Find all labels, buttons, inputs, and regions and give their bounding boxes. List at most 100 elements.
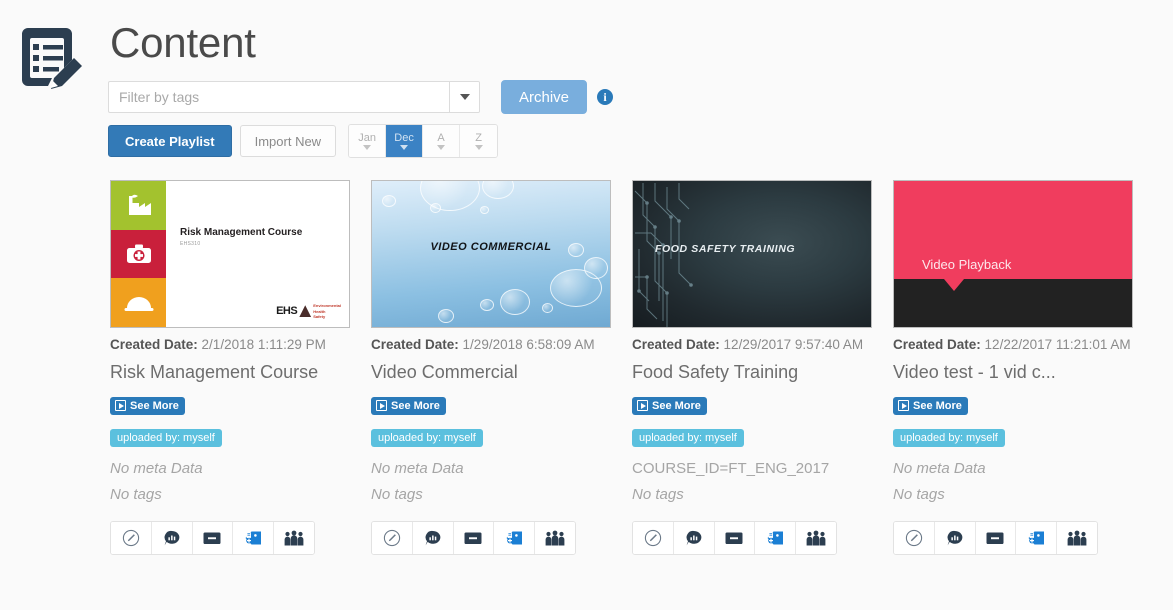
created-date-value: 12/22/2017 11:21:01 AM — [984, 337, 1131, 352]
created-date-label: Created Date: — [632, 337, 720, 352]
sort-button-group: Jan Dec A Z — [348, 124, 499, 158]
created-date-label: Created Date: — [110, 337, 198, 352]
edit-pencil-circle-icon[interactable] — [894, 522, 935, 555]
card-title[interactable]: Video test - 1 vid c... — [893, 362, 1133, 384]
created-date-line: Created Date: 1/29/2018 6:58:09 AM — [371, 337, 611, 352]
create-playlist-button[interactable]: Create Playlist — [108, 125, 232, 157]
ehs-logo-tagline: Environmental Health Safety — [313, 303, 341, 319]
card-action-bar — [893, 521, 1098, 556]
hard-hat-icon — [111, 278, 166, 327]
card-action-bar — [632, 521, 837, 556]
factory-icon — [111, 181, 166, 230]
search-input[interactable] — [109, 82, 449, 112]
created-date-line: Created Date: 12/29/2017 9:57:40 AM — [632, 337, 872, 352]
created-date-value: 2/1/2018 1:11:29 PM — [201, 337, 326, 352]
see-more-button[interactable]: See More — [371, 396, 446, 415]
ehs-logo-text: EHS — [276, 305, 298, 318]
content-card: FOOD SAFETY TRAINING Created Date: 12/29… — [632, 180, 893, 556]
created-date-value: 1/29/2018 6:58:09 AM — [462, 337, 595, 352]
edit-pencil-circle-icon[interactable] — [633, 522, 674, 555]
tag-add-icon[interactable] — [1016, 522, 1058, 555]
card-tags: No tags — [110, 486, 162, 504]
created-date-line: Created Date: 12/22/2017 11:21:01 AM — [893, 337, 1133, 352]
see-more-button[interactable]: See More — [110, 396, 185, 415]
caret-down-icon — [474, 144, 483, 150]
see-more-label: See More — [391, 399, 440, 412]
archive-button[interactable]: Archive — [501, 80, 588, 114]
comment-bubble-icon[interactable] — [412, 522, 454, 555]
play-video-icon — [115, 400, 126, 412]
tag-add-icon[interactable] — [755, 522, 797, 555]
card-thumbnail[interactable]: FOOD SAFETY TRAINING — [632, 180, 872, 328]
caret-down-icon — [363, 144, 372, 150]
tag-filter[interactable] — [108, 81, 480, 113]
group-people-icon[interactable] — [1057, 522, 1097, 555]
content-document-pencil-icon — [12, 22, 86, 96]
uploader-badge: uploaded by: myself — [110, 429, 222, 448]
sort-button-jan[interactable]: Jan — [349, 125, 387, 157]
page-title: Content — [110, 19, 256, 66]
page-header: Content Archive i Create Playlist Import… — [0, 0, 1173, 180]
sort-button-dec[interactable]: Dec — [386, 125, 424, 157]
ehs-logo-mark-icon — [299, 305, 312, 318]
card-metadata: No meta Data — [893, 460, 986, 478]
sort-button-a[interactable]: A — [423, 125, 461, 157]
play-video-icon — [898, 400, 909, 412]
bubble-decoration — [438, 309, 454, 323]
comment-bubble-icon[interactable] — [151, 522, 193, 555]
see-more-button[interactable]: See More — [632, 396, 707, 415]
bubble-decoration — [500, 289, 530, 315]
first-aid-kit-icon — [111, 229, 166, 279]
card-title[interactable]: Video Commercial — [371, 362, 611, 384]
archive-box-icon[interactable] — [975, 522, 1017, 555]
card-tags: No tags — [632, 486, 684, 504]
content-card: Risk Management Course EHS310 EHS Enviro… — [110, 180, 371, 556]
tag-add-icon[interactable] — [494, 522, 536, 555]
import-new-button[interactable]: Import New — [239, 125, 337, 157]
group-people-icon[interactable] — [274, 522, 314, 555]
card-action-bar — [371, 521, 576, 556]
banner-notch-icon — [944, 279, 964, 291]
card-thumbnail[interactable]: VIDEO COMMERCIAL — [371, 180, 611, 328]
see-more-label: See More — [652, 399, 701, 412]
comment-bubble-icon[interactable] — [673, 522, 715, 555]
edit-pencil-circle-icon[interactable] — [111, 522, 152, 555]
tag-add-icon[interactable] — [233, 522, 275, 555]
created-date-label: Created Date: — [371, 337, 459, 352]
content-card: VIDEO COMMERCIAL Created Date: 1/29/2018… — [371, 180, 632, 556]
play-video-icon — [637, 400, 648, 412]
archive-box-icon[interactable] — [192, 522, 234, 555]
chevron-down-icon — [459, 94, 470, 100]
sort-button-z[interactable]: Z — [460, 125, 498, 157]
see-more-label: See More — [913, 399, 962, 412]
caret-down-icon — [437, 144, 446, 150]
bubble-decoration — [430, 203, 441, 213]
card-title[interactable]: Risk Management Course — [110, 362, 350, 384]
archive-box-icon[interactable] — [714, 522, 756, 555]
card-title[interactable]: Food Safety Training — [632, 362, 872, 384]
card-thumbnail[interactable]: Risk Management Course EHS310 EHS Enviro… — [110, 180, 350, 328]
see-more-button[interactable]: See More — [893, 396, 968, 415]
sort-label: Z — [475, 131, 482, 144]
uploader-badge: uploaded by: myself — [893, 429, 1005, 448]
tag-filter-dropdown-button[interactable] — [449, 82, 479, 112]
action-row: Create Playlist Import New Jan Dec A Z — [108, 124, 1173, 158]
content-card: Video Playback Created Date: 12/22/2017 … — [893, 180, 1154, 556]
created-date-line: Created Date: 2/1/2018 1:11:29 PM — [110, 337, 350, 352]
info-circle-icon[interactable]: i — [597, 89, 614, 105]
content-card-grid: Risk Management Course EHS310 EHS Enviro… — [0, 180, 1173, 556]
ehs-logo: EHS Environmental Health Safety — [276, 303, 341, 319]
bubble-decoration — [420, 181, 480, 211]
bubble-decoration — [542, 303, 553, 313]
group-people-icon[interactable] — [796, 522, 836, 555]
card-action-bar — [110, 521, 315, 556]
archive-box-icon[interactable] — [453, 522, 495, 555]
group-people-icon[interactable] — [535, 522, 575, 555]
card-tags: No tags — [371, 486, 423, 504]
thumbnail-icon-strip — [111, 181, 166, 327]
comment-bubble-icon[interactable] — [934, 522, 976, 555]
card-thumbnail[interactable]: Video Playback — [893, 180, 1133, 328]
bubble-decoration — [480, 206, 489, 214]
edit-pencil-circle-icon[interactable] — [372, 522, 413, 555]
thumbnail-body: Risk Management Course EHS310 EHS Enviro… — [166, 181, 349, 327]
